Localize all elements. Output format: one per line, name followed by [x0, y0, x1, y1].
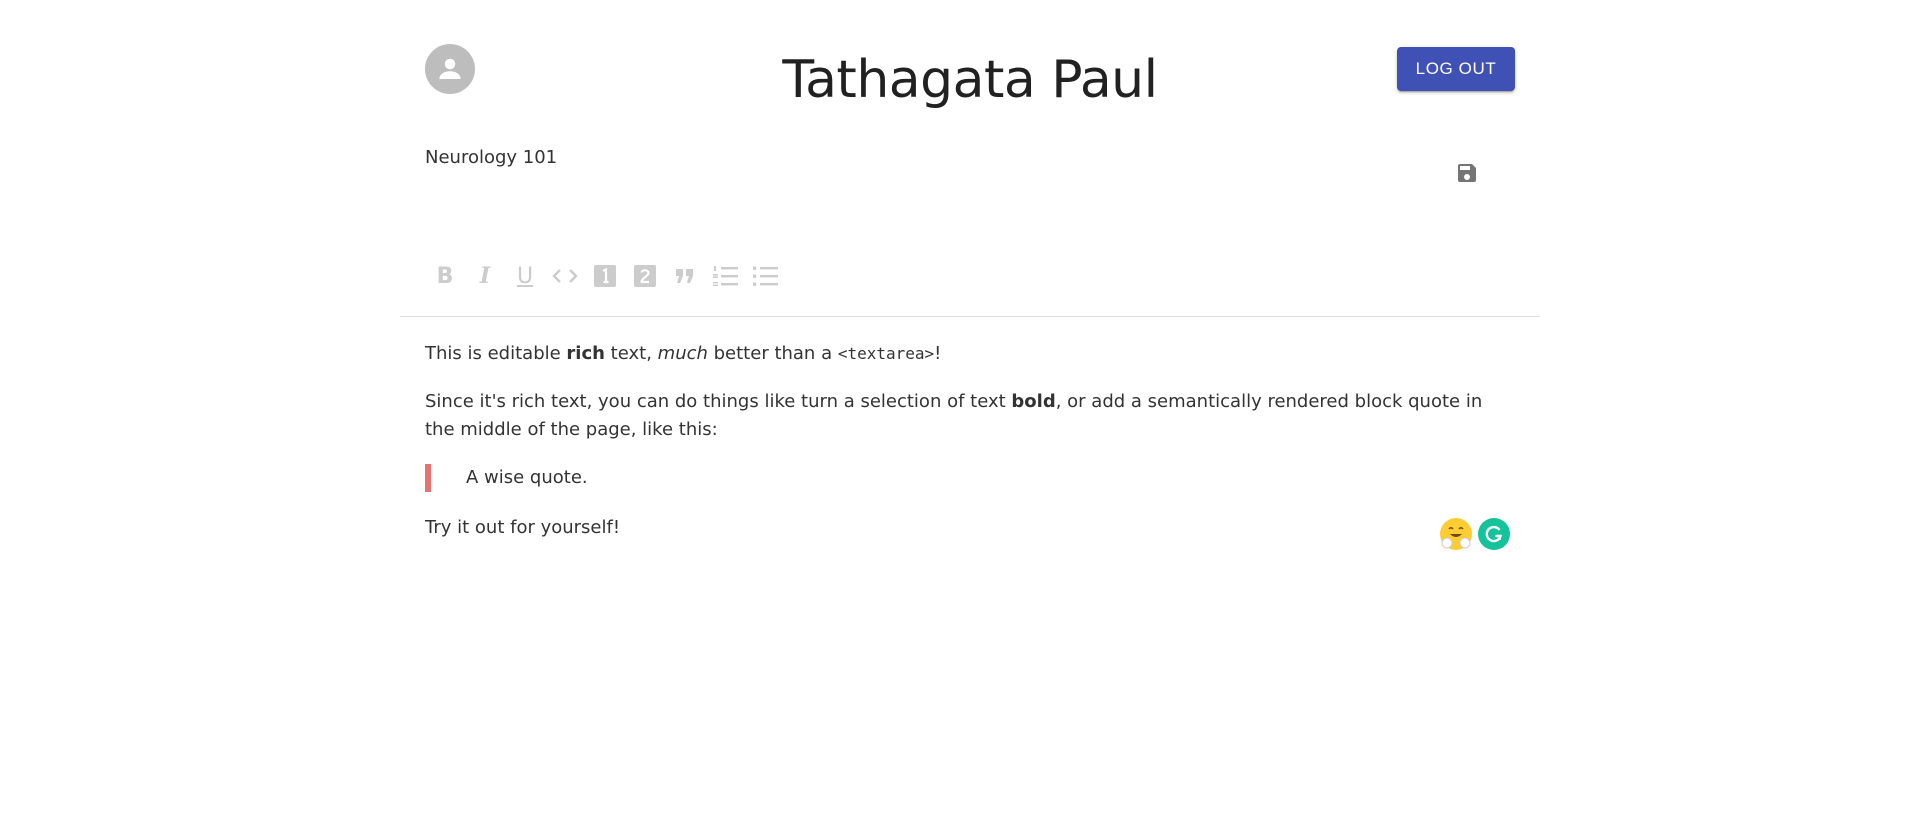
underline-button[interactable]: U: [505, 260, 545, 292]
code-text: <textarea>: [837, 344, 935, 363]
main-container: Tathagata Paul LOG OUT B I U: [400, 0, 1540, 830]
bulleted-list-icon: [753, 266, 778, 286]
bold-text: rich: [566, 343, 605, 364]
page-title: Tathagata Paul: [782, 50, 1158, 110]
numbered-list-button[interactable]: [705, 260, 745, 292]
extension-icons: [1440, 518, 1510, 550]
code-button[interactable]: [545, 260, 585, 292]
bold-text: bold: [1011, 391, 1056, 412]
text-run: better than a: [707, 343, 838, 364]
app: Tathagata Paul LOG OUT B I U: [0, 0, 1920, 830]
emoji-icon[interactable]: [1440, 518, 1472, 550]
bold-icon: B: [436, 263, 454, 289]
bulleted-list-button[interactable]: [745, 260, 785, 292]
quote-button[interactable]: [665, 260, 705, 292]
bold-button[interactable]: B: [425, 260, 465, 292]
underline-icon: U: [516, 263, 534, 289]
hugging-face-icon: [1441, 519, 1471, 549]
rich-text-editor[interactable]: This is editable rich text, much better …: [425, 340, 1515, 562]
editor-paragraph: Try it out for yourself!: [425, 517, 621, 538]
italic-icon: I: [479, 263, 491, 289]
save-icon: [1458, 164, 1476, 182]
quote-icon: [676, 269, 693, 283]
heading-two-icon: [634, 265, 656, 287]
text-run: This is editable: [425, 343, 567, 364]
editor-paragraph: This is editable rich text, much better …: [425, 340, 1515, 368]
grammarly-g-icon: [1485, 525, 1503, 543]
text-run: !: [934, 343, 942, 364]
text-run: text,: [604, 343, 658, 364]
block-quote: A wise quote.: [425, 464, 1515, 492]
save-button[interactable]: [1452, 158, 1482, 188]
note-title-input[interactable]: [425, 147, 1325, 168]
code-icon: [552, 269, 578, 283]
grammarly-icon[interactable]: [1478, 518, 1510, 550]
logout-button[interactable]: LOG OUT: [1397, 47, 1515, 91]
toolbar-divider: [400, 316, 1540, 317]
formatting-toolbar: B I U: [425, 260, 785, 292]
heading-one-icon: [594, 265, 616, 287]
heading-two-button[interactable]: [625, 260, 665, 292]
numbered-list-icon: [713, 266, 738, 286]
italic-text: much: [657, 343, 708, 364]
editor-paragraph: Since it's rich text, you can do things …: [425, 388, 1515, 444]
text-run: Since it's rich text, you can do things …: [425, 391, 1012, 412]
heading-one-button[interactable]: [585, 260, 625, 292]
italic-button[interactable]: I: [465, 260, 505, 292]
